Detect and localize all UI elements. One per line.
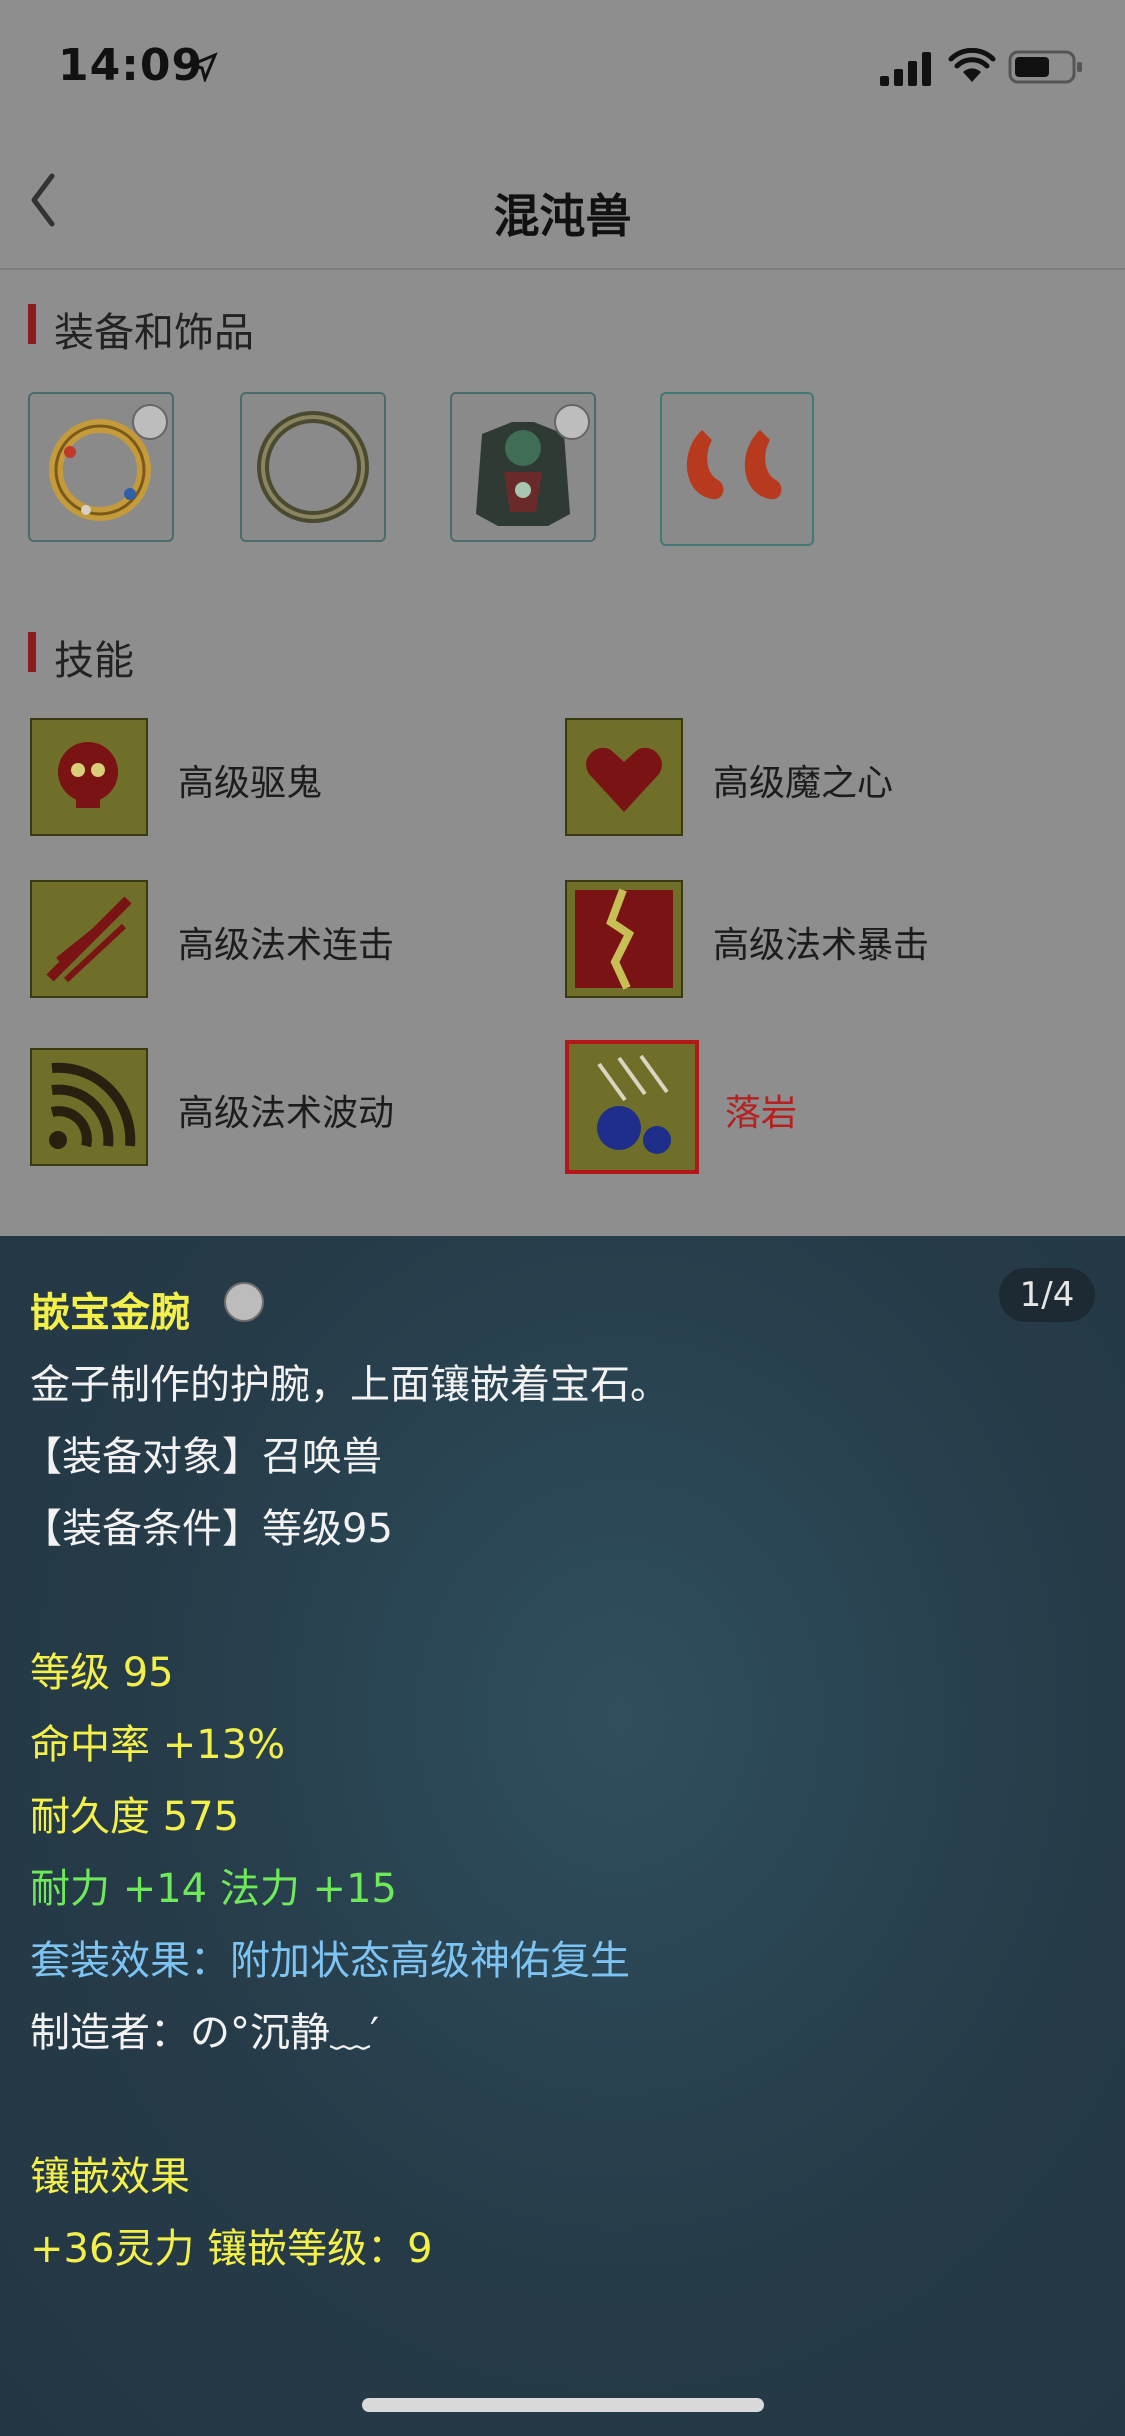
battery-icon bbox=[1008, 50, 1082, 84]
item-requirement: 【装备条件】等级95 bbox=[22, 1506, 393, 1552]
skill-name-selected: 落岩 bbox=[725, 1093, 798, 1134]
horns-icon bbox=[686, 430, 782, 500]
status-time: 14:09 bbox=[58, 40, 204, 91]
location-arrow-icon bbox=[188, 52, 218, 82]
status-bar: 14:09 bbox=[0, 0, 1125, 132]
crit-skill-icon bbox=[565, 880, 683, 998]
skills-section-title: 技能 bbox=[54, 638, 134, 684]
home-indicator[interactable] bbox=[362, 2398, 764, 2412]
stat-level: 等级 95 bbox=[30, 1650, 174, 1696]
equip-slot-armor[interactable] bbox=[450, 392, 596, 542]
wave-skill-icon bbox=[30, 1048, 148, 1166]
lock-icon bbox=[224, 1282, 264, 1322]
skill-name: 高级魔之心 bbox=[713, 763, 894, 804]
stat-bonus: 耐力 +14 法力 +15 bbox=[30, 1866, 397, 1912]
item-description: 金子制作的护腕，上面镶嵌着宝石。 bbox=[30, 1362, 670, 1408]
equip-slot-accessory[interactable] bbox=[660, 392, 814, 546]
section-accent-bar bbox=[28, 632, 36, 672]
rock-skill-icon bbox=[565, 1040, 699, 1174]
item-target: 【装备对象】召唤兽 bbox=[22, 1434, 382, 1480]
section-accent-bar bbox=[28, 304, 36, 344]
skill-name: 高级法术连击 bbox=[178, 925, 395, 966]
nav-divider bbox=[0, 268, 1125, 270]
nav-bar: 混沌兽 bbox=[0, 140, 1125, 266]
stat-hit-rate: 命中率 +13% bbox=[30, 1722, 286, 1768]
item-detail-panel: 1/4 嵌宝金腕 金子制作的护腕，上面镶嵌着宝石。 【装备对象】召唤兽 【装备条… bbox=[0, 1236, 1125, 2436]
item-title-row: 嵌宝金腕 bbox=[30, 1280, 264, 1338]
ring-icon bbox=[257, 411, 369, 523]
lock-icon bbox=[554, 404, 590, 440]
stat-durability: 耐久度 575 bbox=[30, 1794, 240, 1840]
skill-name: 高级法术暴击 bbox=[713, 925, 930, 966]
skull-skill-icon bbox=[30, 718, 148, 836]
inlay-title: 镶嵌效果 bbox=[30, 2154, 190, 2200]
page-indicator[interactable]: 1/4 bbox=[999, 1268, 1095, 1322]
lock-icon bbox=[132, 404, 168, 440]
inlay-value: +36灵力 镶嵌等级：9 bbox=[30, 2226, 433, 2272]
equip-slot-bracer[interactable] bbox=[28, 392, 174, 542]
heart-skill-icon bbox=[565, 718, 683, 836]
set-effect: 套装效果：附加状态高级神佑复生 bbox=[30, 1938, 630, 1984]
wifi-icon bbox=[948, 48, 996, 82]
item-name: 嵌宝金腕 bbox=[30, 1290, 190, 1336]
signal-icon bbox=[880, 52, 931, 86]
skill-name: 高级法术波动 bbox=[178, 1093, 395, 1134]
maker: 制造者：の°沉静﹏′ bbox=[30, 2010, 380, 2056]
equip-slot-ring[interactable] bbox=[240, 392, 386, 542]
skill-name: 高级驱鬼 bbox=[178, 763, 323, 804]
equipment-section-title: 装备和饰品 bbox=[54, 310, 254, 356]
combo-skill-icon bbox=[30, 880, 148, 998]
page-title: 混沌兽 bbox=[493, 189, 632, 243]
